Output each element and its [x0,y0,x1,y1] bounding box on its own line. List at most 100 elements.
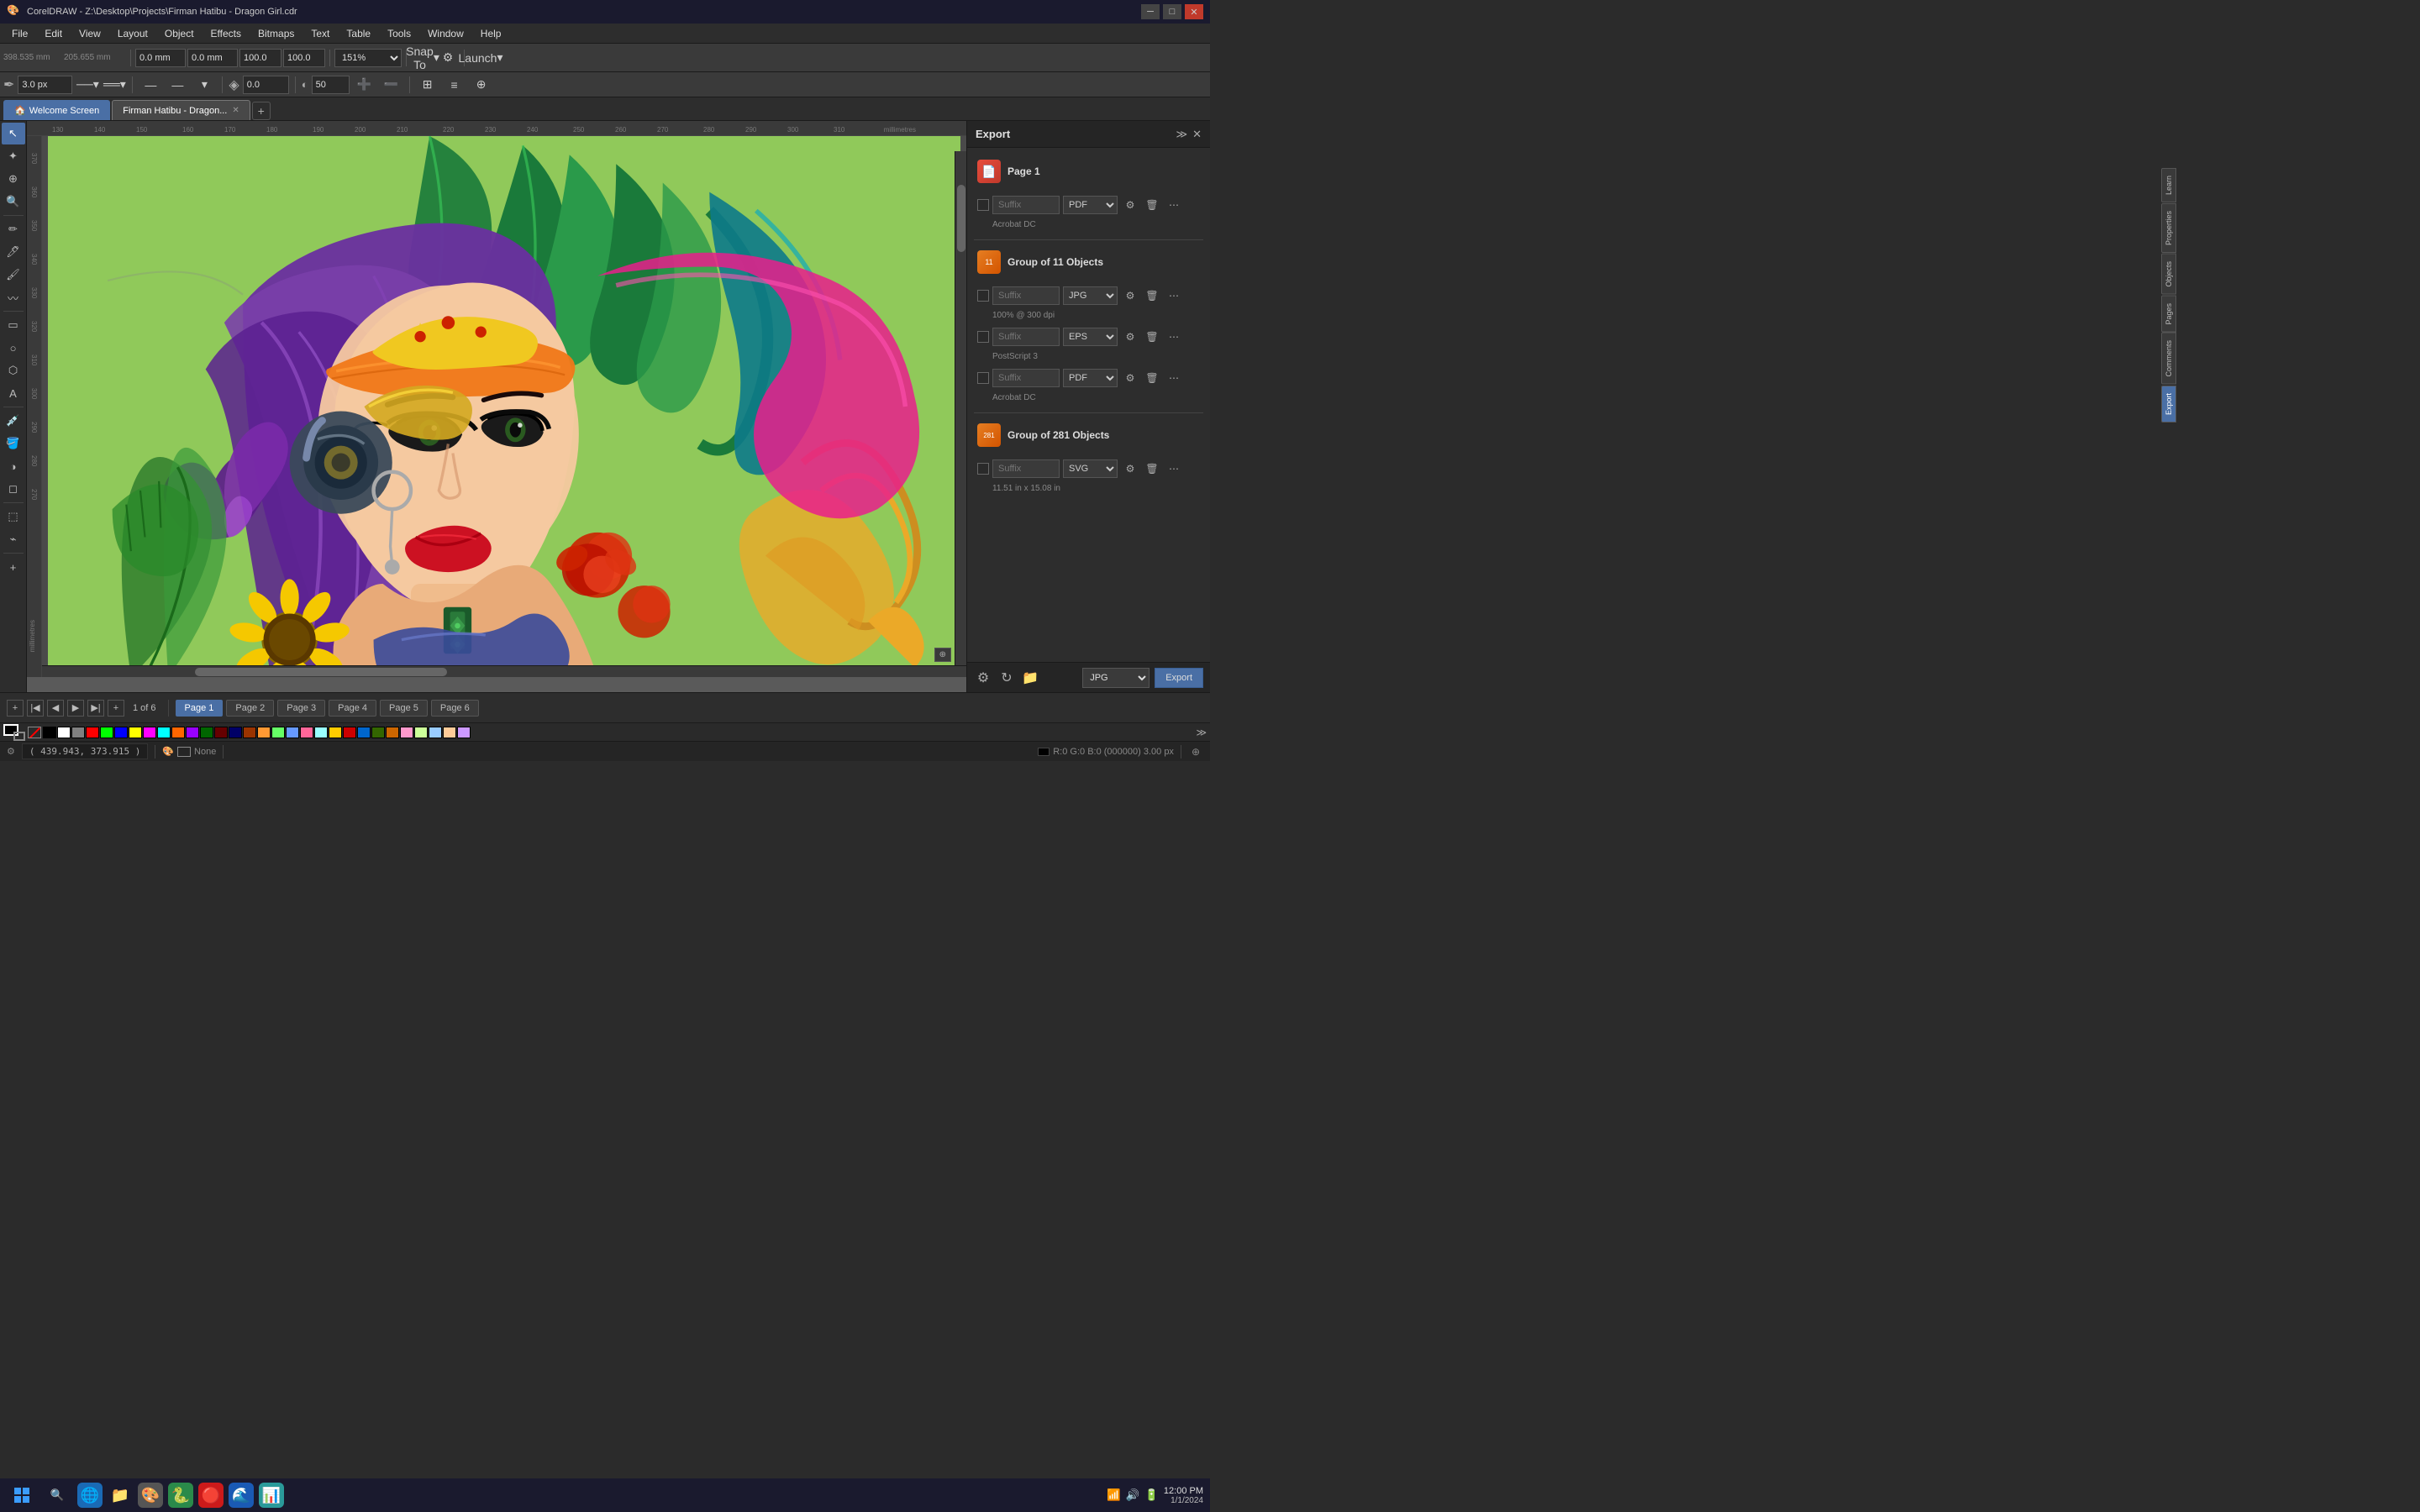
menu-item-table[interactable]: Table [338,24,379,43]
more-btn[interactable]: ⊕ [470,74,493,96]
group11-jpg-suffix-input[interactable] [992,286,1060,305]
next-page-last-button[interactable]: ▶| [87,700,104,717]
artwork-canvas[interactable] [48,136,960,677]
group11-jpg-more-button[interactable]: ⋯ [1165,286,1183,305]
dash-btn[interactable]: — [139,74,162,96]
color-swatch[interactable] [357,727,371,738]
color-swatch[interactable] [457,727,471,738]
comments-tab[interactable]: Comments [2161,333,2176,385]
color-swatch[interactable] [229,727,242,738]
offset-y-input[interactable] [187,49,238,67]
color-swatch[interactable] [343,727,356,738]
export-format-select[interactable]: JPG PDF PNG EPS SVG [1082,668,1150,688]
dash-btn3[interactable]: ▾ [192,74,216,96]
polygon-tool[interactable]: ⬡ [2,360,25,381]
color-swatch[interactable] [271,727,285,738]
settings-icon[interactable]: ⚙ [7,746,15,757]
add-page-end-button[interactable]: + [108,700,124,717]
learn-tab[interactable]: Learn [2161,168,2176,202]
horizontal-scrollbar[interactable] [27,665,966,677]
expand-status-button[interactable]: ⊕ [1188,746,1203,758]
zoom-tool[interactable]: 🔍 [2,191,25,213]
color-swatch[interactable] [429,727,442,738]
taskbar-battery-icon[interactable]: 🔋 [1144,1488,1159,1502]
menu-item-window[interactable]: Window [419,24,472,43]
minimize-button[interactable]: ─ [1141,4,1160,19]
dash-btn2[interactable]: — [166,74,189,96]
group281-svg-more-button[interactable]: ⋯ [1165,459,1183,478]
calligraphy-tool[interactable]: 🖌 [2,264,25,286]
taskbar-app2-icon[interactable]: 🔴 [198,1483,224,1508]
menu-item-bitmaps[interactable]: Bitmaps [250,24,302,43]
current-stroke-indicator[interactable] [13,732,25,741]
tab-active-document[interactable]: Firman Hatibu - Dragon... ✕ [112,100,250,120]
group281-svg-checkbox[interactable] [977,463,989,475]
color-swatch[interactable] [214,727,228,738]
pages-tab[interactable]: Pages [2161,296,2176,333]
group11-pdf-settings-button[interactable]: ⚙ [1121,369,1139,387]
add-col-btn[interactable]: + [2,556,25,578]
group11-jpg-checkbox[interactable] [977,290,989,302]
page6-tab[interactable]: Page 6 [431,700,479,717]
color-swatch[interactable] [314,727,328,738]
freehand-tool[interactable]: ✏ [2,218,25,240]
color-swatch[interactable] [143,727,156,738]
no-fill-indicator[interactable] [28,727,41,738]
color-swatch[interactable] [414,727,428,738]
vertical-scrollbar[interactable] [955,151,966,665]
color-swatch[interactable] [443,727,456,738]
taskbar-folder-icon[interactable]: 📁 [108,1483,133,1508]
page1-pdf-suffix-input[interactable] [992,196,1060,214]
color-swatch[interactable] [300,727,313,738]
color-swatch[interactable] [257,727,271,738]
objects-tab[interactable]: Objects [2161,254,2176,295]
stroke-style-btn[interactable]: ══▾ [103,74,126,96]
color-swatch[interactable] [86,727,99,738]
select-tool[interactable]: ↖ [2,123,25,144]
group11-eps-suffix-input[interactable] [992,328,1060,346]
tab-welcome[interactable]: 🏠 Welcome Screen [3,100,110,120]
color-swatch[interactable] [386,727,399,738]
page1-pdf-more-button[interactable]: ⋯ [1165,196,1183,214]
taskbar-app3-icon[interactable]: 🌊 [229,1483,254,1508]
export-settings-icon[interactable]: ⚙ [974,669,992,687]
align-btn[interactable]: ≡ [443,74,466,96]
subtract-btn[interactable]: ➖ [380,74,403,96]
new-tab-button[interactable]: + [252,102,271,120]
close-panel-button[interactable]: ✕ [1192,128,1202,141]
page1-pdf-checkbox[interactable] [977,199,989,211]
color-swatch[interactable] [57,727,71,738]
color-swatch[interactable] [243,727,256,738]
add-node-btn[interactable]: ➕ [353,74,376,96]
search-taskbar-button[interactable]: 🔍 [42,1480,72,1510]
close-button[interactable]: ✕ [1185,4,1203,19]
color-swatch[interactable] [329,727,342,738]
angle-input[interactable] [243,76,289,94]
node-tool[interactable]: ✦ [2,145,25,167]
taskbar-app4-icon[interactable]: 📊 [259,1483,284,1508]
more-colors-button[interactable]: ≫ [1196,727,1207,738]
fill-tool[interactable]: 🪣 [2,433,25,454]
blend-tool[interactable]: ◑ [2,455,25,477]
taskbar-ie-icon[interactable]: 🌐 [77,1483,103,1508]
color-swatch[interactable] [400,727,413,738]
color-swatch[interactable] [100,727,113,738]
menu-item-text[interactable]: Text [302,24,338,43]
group11-pdf-more-button[interactable]: ⋯ [1165,369,1183,387]
color-swatch[interactable] [114,727,128,738]
group281-svg-delete-button[interactable]: 🗑 [1143,459,1161,478]
group11-pdf-delete-button[interactable]: 🗑 [1143,369,1161,387]
page5-tab[interactable]: Page 5 [380,700,428,717]
start-button[interactable] [7,1480,37,1510]
menu-item-object[interactable]: Object [156,24,203,43]
group281-svg-settings-button[interactable]: ⚙ [1121,459,1139,478]
menu-item-view[interactable]: View [71,24,109,43]
menu-item-file[interactable]: File [3,24,36,43]
color-swatch[interactable] [171,727,185,738]
pen-tool[interactable]: 🖊 [2,241,25,263]
group281-svg-suffix-input[interactable] [992,459,1060,478]
opacity-input[interactable] [312,76,350,94]
launch-button[interactable]: Launch ▾ [469,47,492,69]
export-refresh-icon[interactable]: ↻ [997,669,1016,687]
offset-x-input[interactable] [135,49,186,67]
